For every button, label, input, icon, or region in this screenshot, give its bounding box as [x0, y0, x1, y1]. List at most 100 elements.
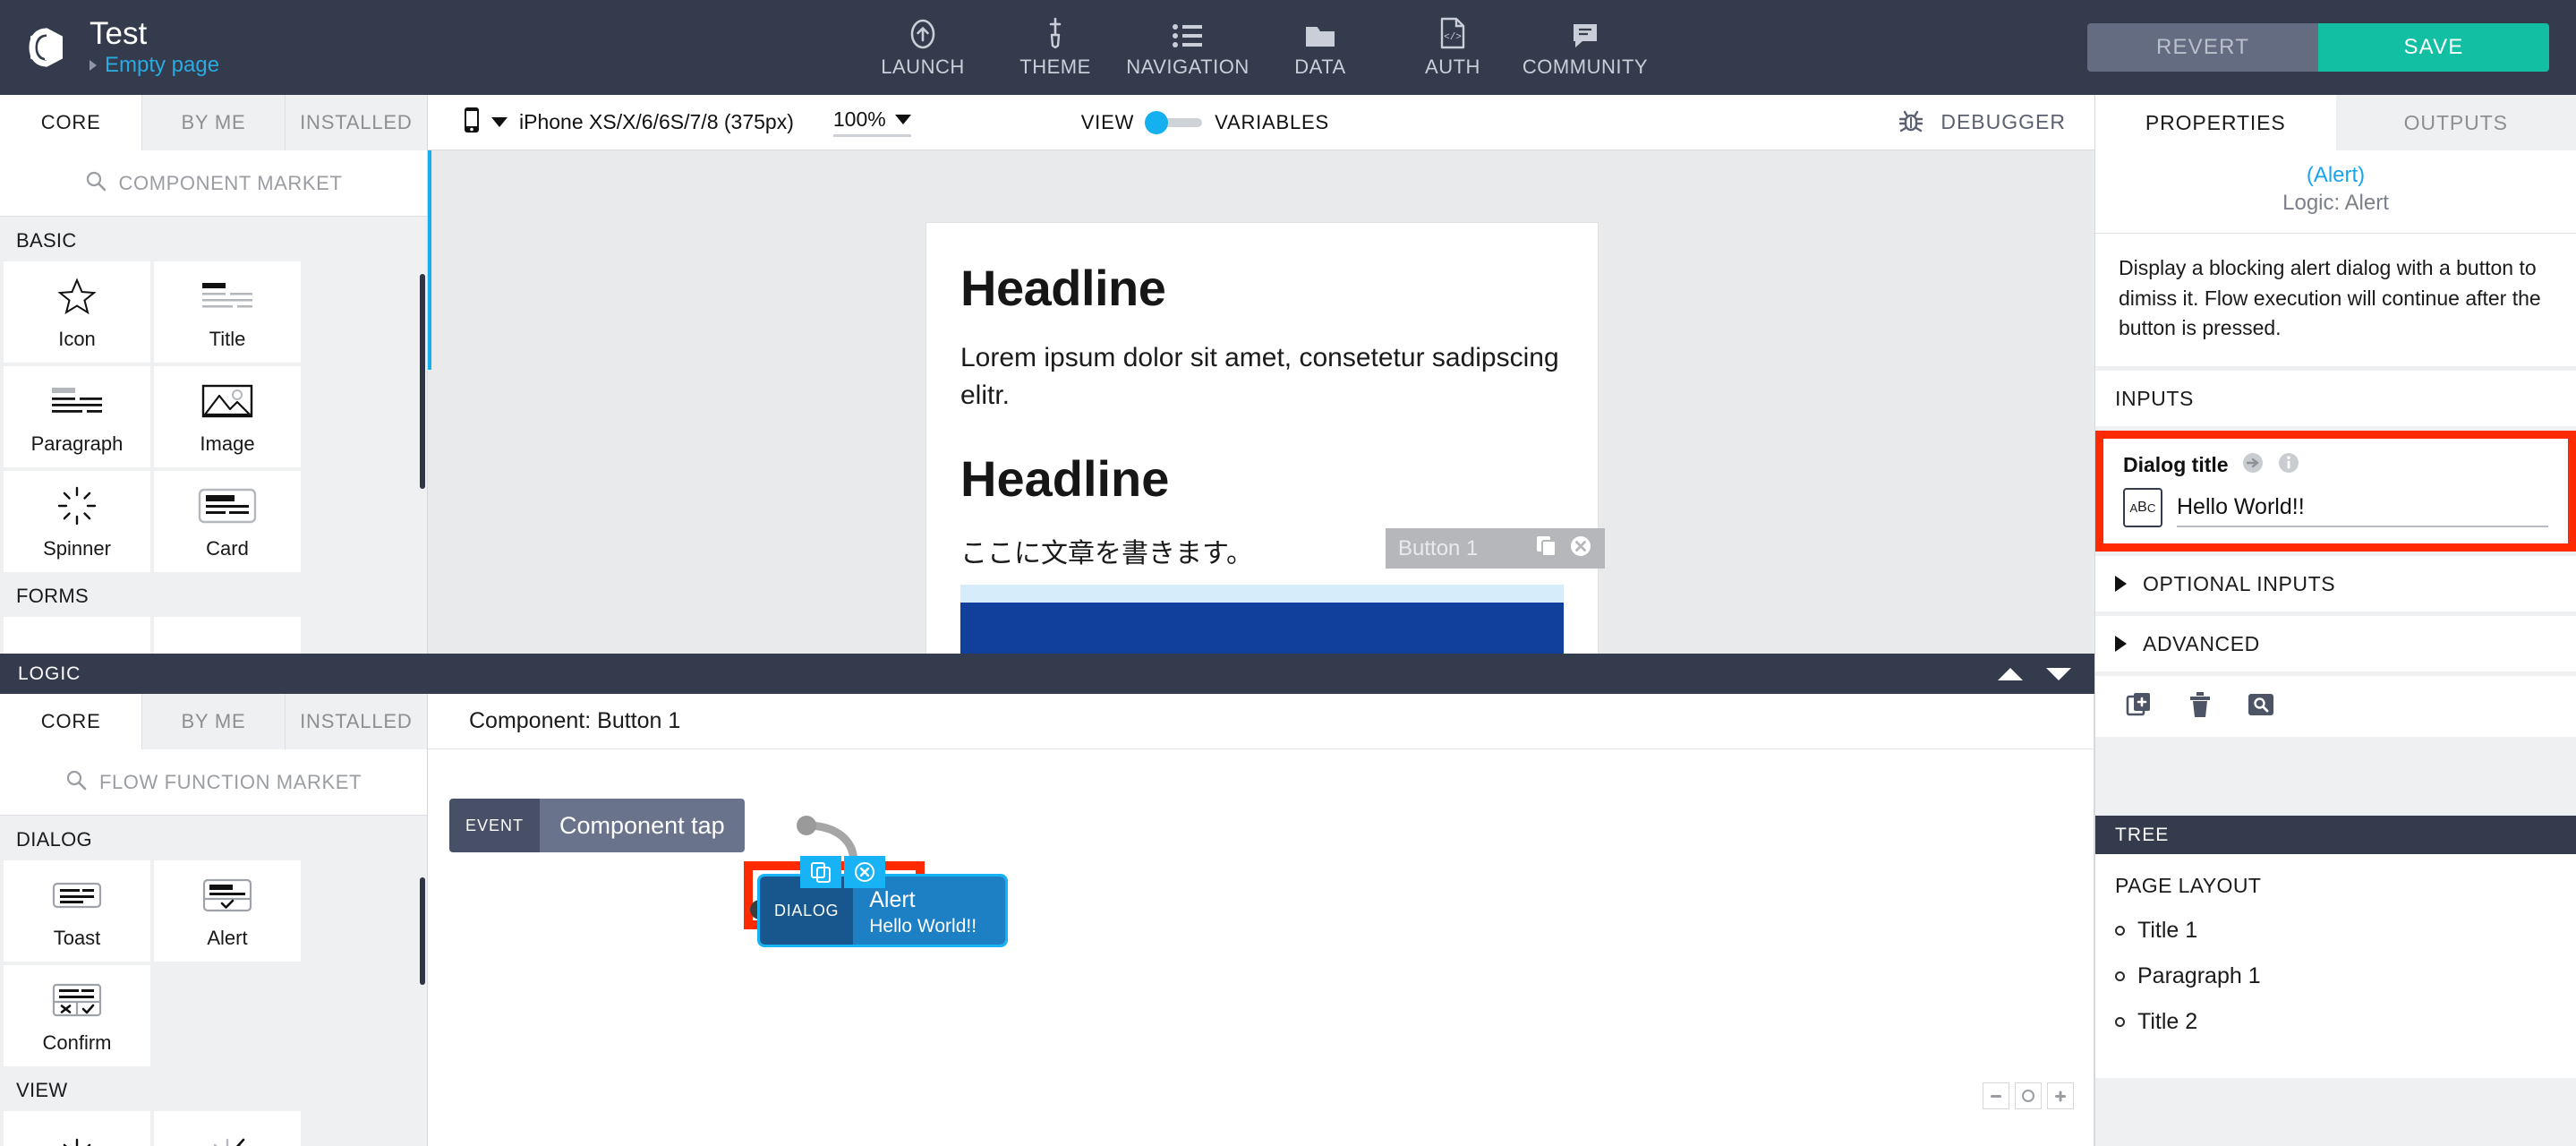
toast-icon — [52, 873, 102, 918]
component-label-spinner: Spinner — [43, 536, 111, 560]
page-breadcrumb[interactable]: Empty page — [90, 52, 219, 79]
tab-by-me-components[interactable]: BY ME — [142, 95, 286, 150]
triangle-up-icon[interactable] — [1998, 667, 2023, 680]
properties-title: (Alert) Logic: Alert — [2095, 150, 2576, 235]
properties-description: Display a blocking alert dialog with a b… — [2095, 234, 2576, 367]
preview-headline-2[interactable]: Headline — [960, 451, 1564, 507]
group-header-basic: BASIC — [16, 229, 77, 252]
chevron-down-icon — [894, 115, 911, 124]
component-item-icon[interactable]: Icon — [4, 261, 150, 363]
tab-installed-components[interactable]: INSTALLED — [286, 95, 427, 150]
nav-item-data[interactable]: DATA — [1254, 17, 1386, 79]
tab-core-components[interactable]: CORE — [0, 95, 143, 150]
tree-item-paragraph-1[interactable]: Paragraph 1 — [2115, 963, 2576, 989]
component-item-card[interactable]: Card — [154, 471, 301, 572]
spinner-icon — [56, 483, 98, 528]
nav-item-community[interactable]: COMMUNITY — [1519, 17, 1651, 79]
logic-item-alert[interactable]: Alert — [154, 860, 301, 962]
component-item-paragraph[interactable]: Paragraph — [4, 366, 150, 467]
dialog-title-input[interactable]: Hello World!! — [2177, 494, 2548, 528]
trash-icon[interactable] — [2188, 691, 2212, 723]
device-selector[interactable]: iPhone XS/X/6/6S/7/8 (375px) — [428, 107, 794, 138]
preview-paragraph-1[interactable]: Lorem ipsum dolor sit amet, consetetur s… — [960, 339, 1564, 415]
components-scrollbar[interactable] — [420, 274, 425, 489]
tree-item-title-1[interactable]: Title 1 — [2115, 918, 2576, 944]
flow-node-event-kind: EVENT — [449, 799, 541, 852]
component-label-card: Card — [206, 536, 249, 560]
brand-area[interactable]: Test Empty page — [0, 16, 421, 79]
inputs-section-header: INPUTS — [2095, 371, 2576, 427]
nav-item-theme[interactable]: THEME — [989, 17, 1122, 79]
logic-item-spinner-hide[interactable] — [154, 1111, 301, 1146]
phone-preview[interactable]: Headline Lorem ipsum dolor sit amet, con… — [926, 223, 1605, 654]
flow-node-event[interactable]: EVENT Component tap — [449, 799, 745, 852]
save-button[interactable]: SAVE — [2318, 23, 2549, 72]
nav-item-auth[interactable]: </> AUTH — [1386, 17, 1519, 79]
duplicate-icon[interactable] — [1535, 535, 1558, 562]
tab-by-me-logic[interactable]: BY ME — [142, 694, 286, 749]
triangle-down-icon[interactable] — [2046, 667, 2071, 680]
view-variables-toggle[interactable]: VIEW VARIABLES — [1081, 110, 1329, 134]
duplicate-icon[interactable] — [800, 856, 841, 888]
logic-item-confirm[interactable]: Confirm — [4, 965, 150, 1066]
logic-item-spinner-show[interactable] — [4, 1111, 150, 1146]
zoom-level-label: 100% — [832, 107, 886, 131]
logic-item-toast[interactable]: Toast — [4, 860, 150, 962]
logic-scrollbar[interactable] — [420, 877, 425, 985]
close-circle-icon[interactable] — [844, 856, 885, 888]
duplicate-add-icon[interactable] — [2126, 691, 2153, 723]
top-bar: Test Empty page LAUNCH THEME NAVIGATION … — [0, 0, 2576, 95]
component-item-image[interactable]: Image — [154, 366, 301, 467]
bug-icon — [1896, 107, 1926, 138]
dialog-title-label: Dialog title — [2123, 453, 2229, 477]
properties-actions — [2095, 676, 2576, 738]
preview-button-wrap[interactable] — [960, 585, 1564, 654]
component-market-search[interactable]: COMPONENT MARKET — [0, 150, 427, 217]
flow-canvas[interactable]: EVENT Component tap DIALOG Alert Hello W… — [428, 749, 2094, 1116]
tab-outputs[interactable]: OUTPUTS — [2336, 95, 2576, 150]
zoom-in-icon[interactable] — [2047, 1082, 2074, 1109]
revert-button[interactable]: REVERT — [2087, 23, 2318, 72]
flow-zoom-controls — [1983, 1082, 2074, 1109]
zoom-reset-icon[interactable] — [2015, 1082, 2042, 1109]
component-item-spinner[interactable]: Spinner — [4, 471, 150, 572]
dialog-title-input-group: Dialog title ABC Hello World!! — [2095, 431, 2576, 552]
nav-label-launch: LAUNCH — [881, 55, 965, 78]
debugger-button[interactable]: DEBUGGER — [1896, 107, 2094, 138]
bind-arrow-icon[interactable] — [2241, 451, 2265, 479]
phone-icon — [464, 107, 480, 138]
tree-section-bar: TREE — [2095, 816, 2576, 855]
component-label-title: Title — [209, 327, 246, 350]
tab-properties[interactable]: PROPERTIES — [2095, 95, 2336, 150]
logic-section-bar: LOGIC — [0, 654, 2094, 694]
optional-inputs-section[interactable]: OPTIONAL INPUTS — [2095, 556, 2576, 612]
tab-core-logic[interactable]: CORE — [0, 694, 143, 749]
data-folder-icon — [1304, 17, 1336, 49]
flow-node-tools — [800, 856, 885, 888]
preview-button-1[interactable] — [960, 603, 1564, 654]
advanced-label: ADVANCED — [2143, 631, 2260, 655]
toggle-switch[interactable] — [1145, 110, 1203, 134]
search-square-icon[interactable] — [2248, 691, 2274, 723]
flow-node-dialog-title: Alert — [869, 886, 916, 912]
properties-panel: PROPERTIES OUTPUTS (Alert) Logic: Alert … — [2094, 95, 2576, 1146]
advanced-section[interactable]: ADVANCED — [2095, 616, 2576, 672]
zoom-selector[interactable]: 100% — [832, 107, 911, 137]
nav-item-launch[interactable]: LAUNCH — [857, 17, 989, 79]
tab-installed-logic[interactable]: INSTALLED — [286, 694, 427, 749]
preview-headline-1[interactable]: Headline — [960, 261, 1564, 316]
community-chat-icon — [1570, 17, 1600, 49]
tree-item-title-2[interactable]: Title 2 — [2115, 1009, 2576, 1035]
info-icon[interactable] — [2277, 451, 2300, 479]
abc-text-type-icon[interactable]: ABC — [2123, 488, 2162, 528]
group-header-view: VIEW — [16, 1079, 68, 1101]
flow-function-market-search[interactable]: FLOW FUNCTION MARKET — [0, 749, 427, 816]
goodbarber-logo-icon[interactable] — [23, 24, 70, 71]
zoom-out-icon[interactable] — [1983, 1082, 2009, 1109]
close-circle-icon[interactable] — [1569, 535, 1592, 562]
flow-header: Component: Button 1 — [428, 694, 2094, 749]
nav-label-theme: THEME — [1019, 55, 1091, 78]
flow-port-out[interactable] — [797, 816, 816, 835]
component-item-title[interactable]: Title — [154, 261, 301, 363]
nav-item-navigation[interactable]: NAVIGATION — [1122, 17, 1254, 79]
